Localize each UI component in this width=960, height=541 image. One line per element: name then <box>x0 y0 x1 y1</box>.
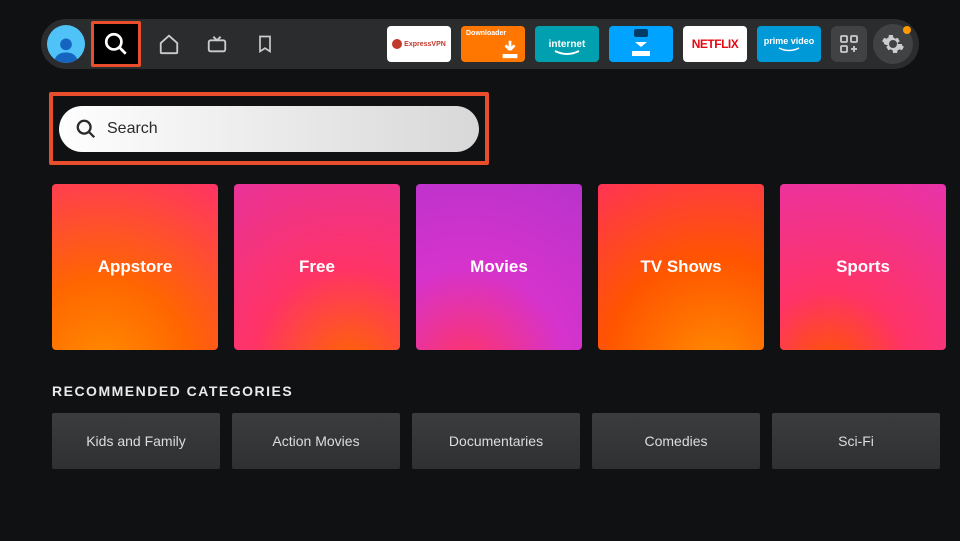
rec-label: Action Movies <box>272 433 359 449</box>
tile-label: Movies <box>470 257 528 277</box>
home-icon[interactable] <box>149 24 189 64</box>
rec-kids-family[interactable]: Kids and Family <box>52 413 220 469</box>
app-grid-button[interactable] <box>831 26 867 62</box>
app-label: Downloader <box>466 30 506 37</box>
app-expressvpn[interactable]: ExpressVPN <box>387 26 451 62</box>
tile-label: TV Shows <box>640 257 721 277</box>
tile-label: Appstore <box>98 257 173 277</box>
app-prime-video[interactable]: prime video <box>757 26 821 62</box>
tile-sports[interactable]: Sports <box>780 184 946 350</box>
rec-comedies[interactable]: Comedies <box>592 413 760 469</box>
tile-appstore[interactable]: Appstore <box>52 184 218 350</box>
rec-label: Comedies <box>644 433 707 449</box>
rec-action-movies[interactable]: Action Movies <box>232 413 400 469</box>
live-tv-icon[interactable] <box>197 24 237 64</box>
app-downloader[interactable]: Downloader <box>461 26 525 62</box>
search-bar-highlight: Search <box>49 92 489 165</box>
rec-scifi[interactable]: Sci-Fi <box>772 413 940 469</box>
search-placeholder: Search <box>107 120 158 138</box>
bookmark-icon[interactable] <box>245 24 285 64</box>
rec-label: Sci-Fi <box>838 433 874 449</box>
rec-documentaries[interactable]: Documentaries <box>412 413 580 469</box>
app-internet[interactable]: internet <box>535 26 599 62</box>
top-nav-bar: ExpressVPN Downloader internet NETFLIX p… <box>41 19 919 69</box>
rec-label: Documentaries <box>449 433 543 449</box>
notification-dot <box>903 26 911 34</box>
app-downloader-blue[interactable] <box>609 26 673 62</box>
category-tiles-row: Appstore Free Movies TV Shows Sports <box>52 184 946 350</box>
search-icon <box>75 118 97 140</box>
rec-label: Kids and Family <box>86 433 186 449</box>
app-netflix[interactable]: NETFLIX <box>683 26 747 62</box>
app-label: ExpressVPN <box>404 41 446 48</box>
app-label: prime video <box>764 36 815 46</box>
tile-free[interactable]: Free <box>234 184 400 350</box>
nav-search-highlighted[interactable] <box>91 21 141 67</box>
search-input[interactable]: Search <box>59 106 479 152</box>
tile-movies[interactable]: Movies <box>416 184 582 350</box>
settings-button[interactable] <box>873 24 913 64</box>
app-label: internet <box>549 39 586 50</box>
recommended-row: Kids and Family Action Movies Documentar… <box>52 413 940 469</box>
tile-label: Free <box>299 257 335 277</box>
recommended-header: RECOMMENDED CATEGORIES <box>52 383 293 399</box>
tile-label: Sports <box>836 257 890 277</box>
app-label: NETFLIX <box>692 37 739 51</box>
tile-tvshows[interactable]: TV Shows <box>598 184 764 350</box>
profile-avatar[interactable] <box>47 25 85 63</box>
